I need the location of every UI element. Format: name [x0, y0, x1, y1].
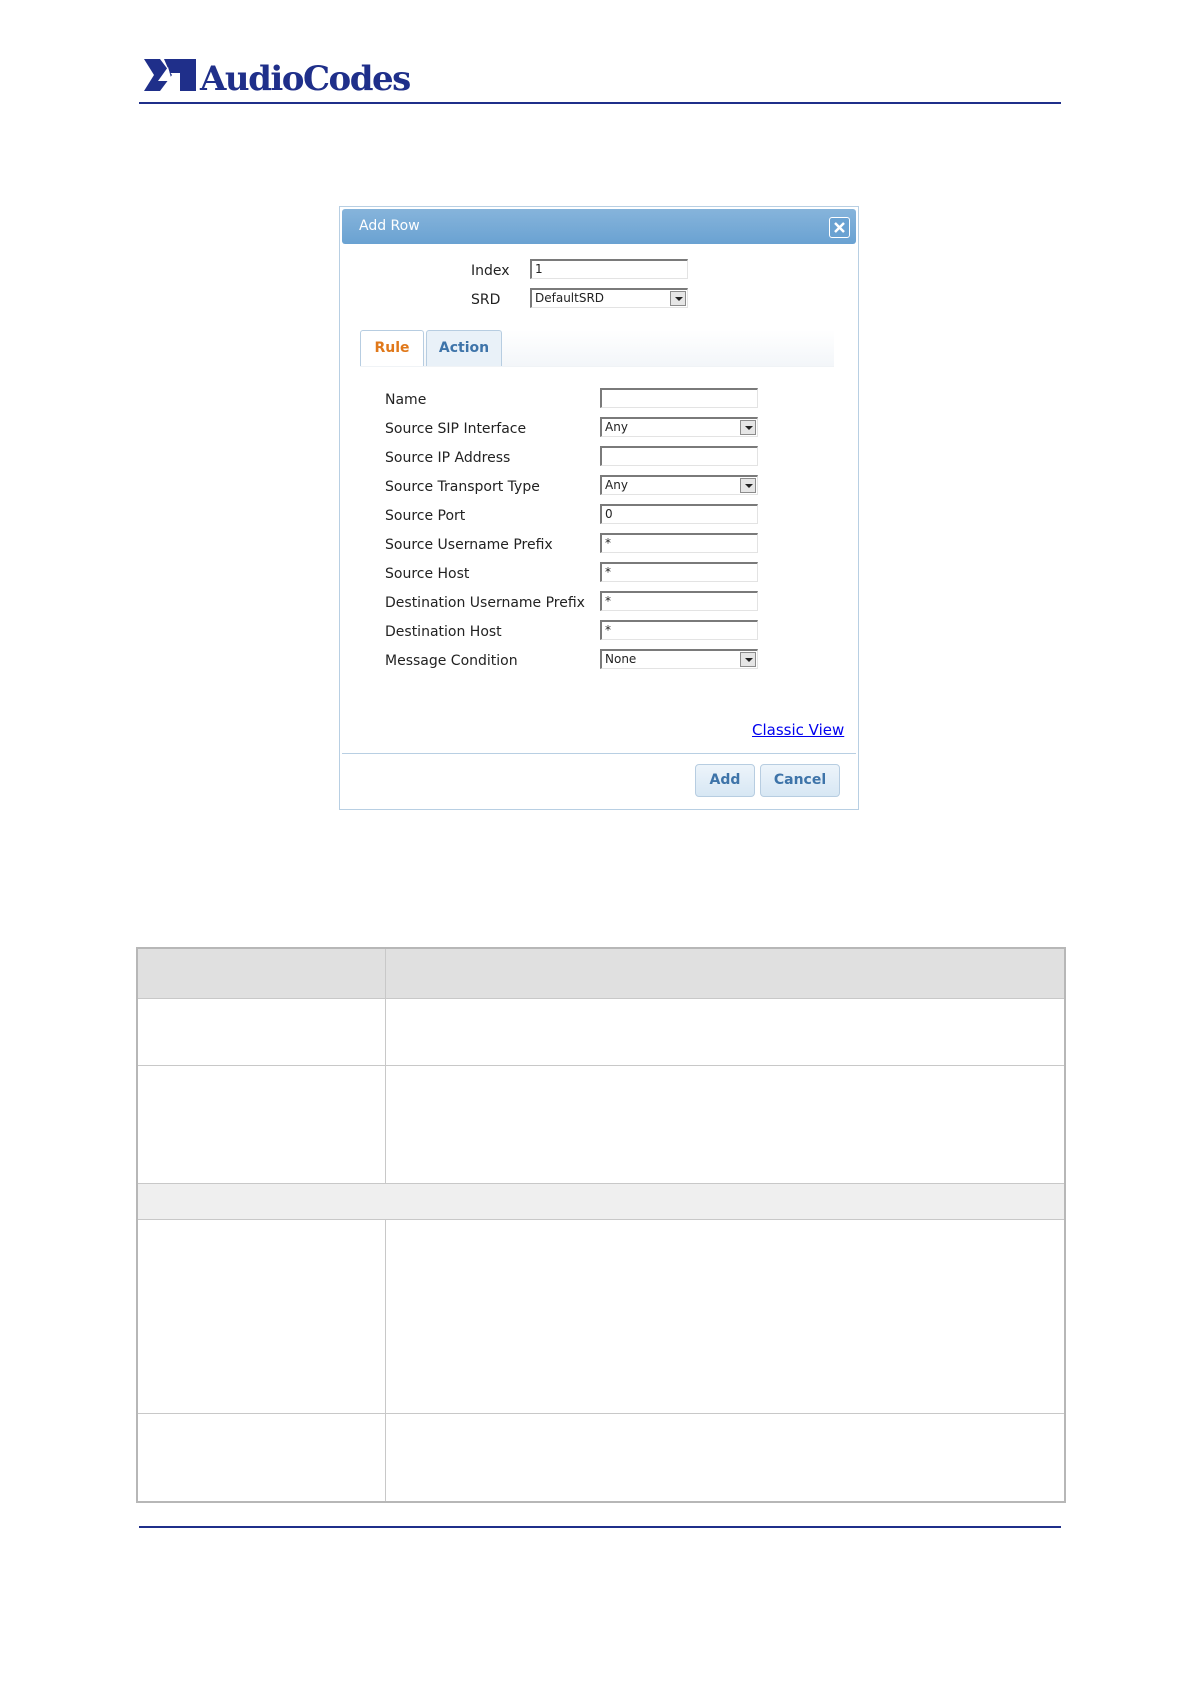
source-sip-interface-select[interactable]: Any: [600, 417, 758, 437]
source-transport-type-value: Any: [605, 478, 628, 492]
parameter-table: [136, 947, 1066, 1503]
dialog-titlebar: Add Row: [342, 209, 856, 244]
audiocodes-logo: AudioCodes: [142, 55, 411, 101]
destination-username-prefix-label: Destination Username Prefix: [385, 595, 585, 611]
destination-host-input[interactable]: *: [600, 620, 758, 640]
classic-view-link[interactable]: Classic View: [752, 721, 844, 739]
source-host-input[interactable]: *: [600, 562, 758, 582]
source-host-label: Source Host: [385, 566, 470, 582]
source-username-prefix-input[interactable]: *: [600, 533, 758, 553]
name-label: Name: [385, 392, 427, 408]
close-icon: [834, 222, 845, 233]
message-condition-select[interactable]: None: [600, 649, 758, 669]
message-condition-label: Message Condition: [385, 653, 518, 669]
tab-action[interactable]: Action: [426, 330, 502, 366]
chevron-down-icon[interactable]: [740, 652, 756, 667]
cancel-button[interactable]: Cancel: [760, 764, 840, 797]
source-sip-interface-label: Source SIP Interface: [385, 421, 527, 437]
name-input[interactable]: [600, 388, 758, 408]
source-ip-address-input[interactable]: [600, 446, 758, 466]
srd-selected-value: DefaultSRD: [535, 291, 605, 305]
tab-strip: Rule Action: [360, 330, 834, 367]
table-section-row: [138, 1183, 1064, 1220]
table-row-divider: [138, 1413, 1064, 1414]
add-row-dialog: Add Row Index 1 SRD DefaultSRD Rule Acti…: [339, 206, 859, 810]
close-button[interactable]: [829, 217, 850, 238]
dialog-footer-divider: [342, 753, 856, 754]
srd-select[interactable]: DefaultSRD: [530, 288, 688, 308]
index-input[interactable]: 1: [530, 259, 688, 279]
destination-host-label: Destination Host: [385, 624, 502, 640]
table-row-divider: [138, 1065, 1064, 1066]
chevron-down-icon[interactable]: [740, 478, 756, 493]
index-label: Index: [471, 263, 510, 279]
message-condition-value: None: [605, 652, 637, 666]
footer-divider: [139, 1526, 1061, 1528]
table-column-divider: [385, 949, 386, 1183]
source-sip-interface-value: Any: [605, 420, 628, 434]
table-column-divider: [385, 1220, 386, 1501]
table-header-row: [138, 949, 1064, 999]
header-divider: [139, 102, 1061, 104]
srd-label: SRD: [471, 292, 501, 308]
dialog-title: Add Row: [359, 218, 420, 234]
source-port-label: Source Port: [385, 508, 466, 524]
source-username-prefix-label: Source Username Prefix: [385, 537, 553, 553]
add-button[interactable]: Add: [695, 764, 755, 797]
source-port-input[interactable]: 0: [600, 504, 758, 524]
source-ip-address-label: Source IP Address: [385, 450, 511, 466]
tab-rule[interactable]: Rule: [360, 330, 424, 366]
destination-username-prefix-input[interactable]: *: [600, 591, 758, 611]
chevron-down-icon[interactable]: [670, 291, 686, 306]
source-transport-type-select[interactable]: Any: [600, 475, 758, 495]
brand-name: AudioCodes: [200, 59, 411, 99]
chevron-down-icon[interactable]: [740, 420, 756, 435]
source-transport-type-label: Source Transport Type: [385, 479, 540, 495]
audiocodes-logo-mark-icon: [144, 59, 196, 91]
